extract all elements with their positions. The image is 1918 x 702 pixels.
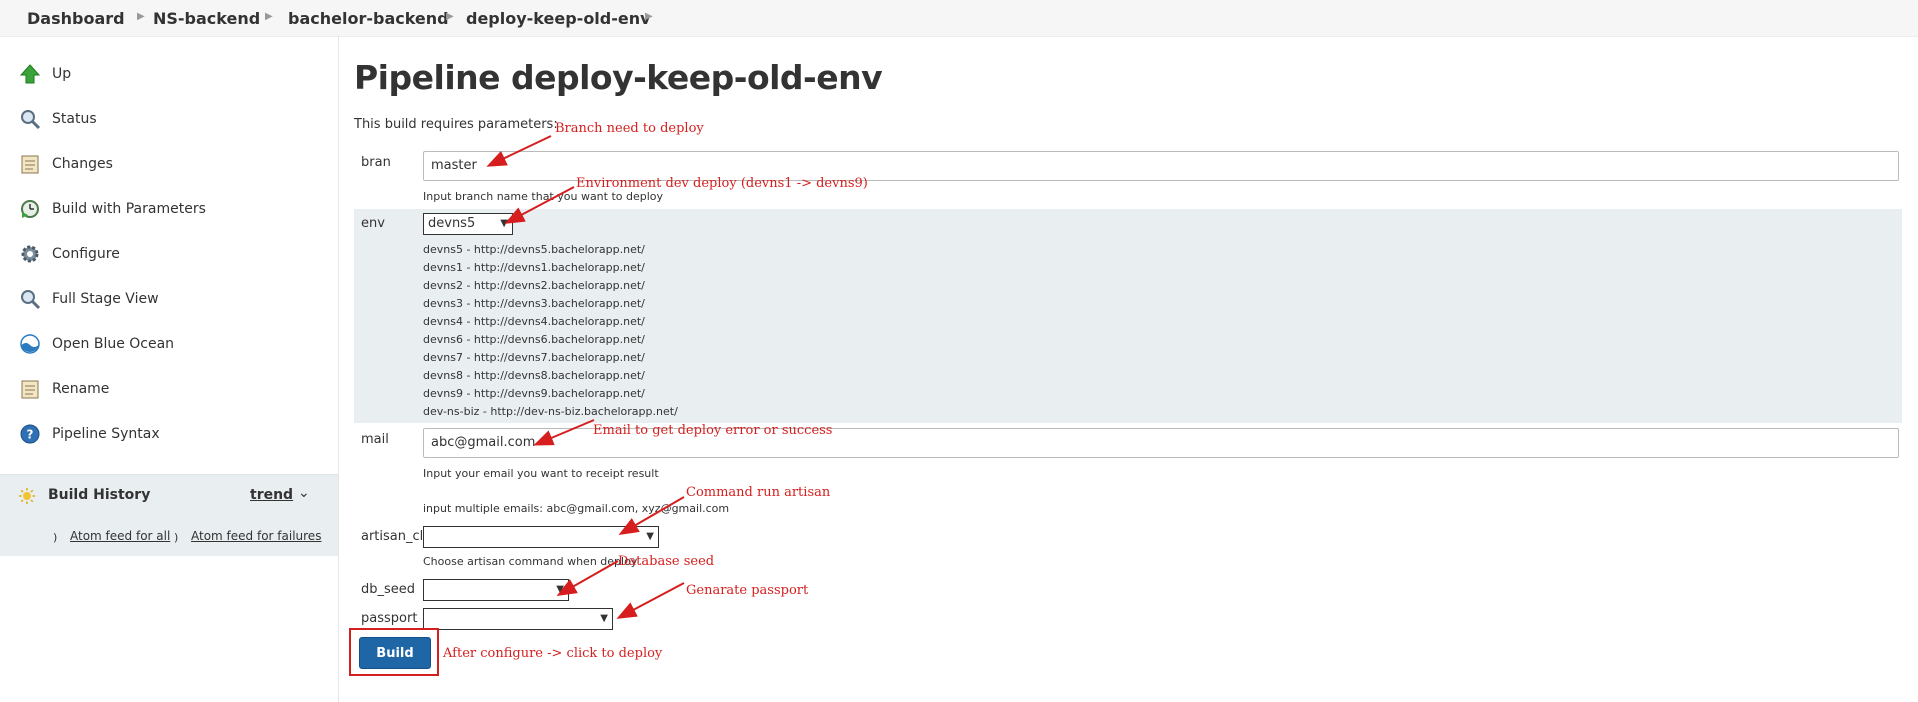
annotation-db-seed: Database seed xyxy=(618,554,715,569)
intro-text: This build requires parameters: xyxy=(354,117,558,132)
env-description-line: devns5 - http://devns5.bachelorapp.net/ xyxy=(423,243,645,256)
env-description-line: devns4 - http://devns4.bachelorapp.net/ xyxy=(423,315,645,328)
env-select[interactable]: devns5 ▼ xyxy=(423,213,513,235)
up-arrow-icon xyxy=(18,62,42,86)
param-label-passport: passport xyxy=(361,611,418,626)
sidebar-item-full-stage-view[interactable]: Full Stage View xyxy=(18,285,159,313)
env-select-value: devns5 xyxy=(428,216,476,231)
sidebar-item-label: Rename xyxy=(52,381,110,397)
breadcrumb: Dashboard ▶ NS-backend ▶ bachelor-backen… xyxy=(0,0,1918,37)
param-label-artisan-cli: artisan_cli xyxy=(361,529,427,544)
page-title: Pipeline deploy-keep-old-env xyxy=(354,58,883,97)
chevron-down-icon: ▼ xyxy=(556,584,564,595)
env-description-line: devns2 - http://devns2.bachelorapp.net/ xyxy=(423,279,645,292)
sidebar-item-up[interactable]: Up xyxy=(18,60,71,88)
sidebar: Up Status Changes Build with Parameters … xyxy=(0,36,339,702)
mail-help-multiple: input multiple emails: abc@gmail.com, xy… xyxy=(423,502,730,515)
breadcrumb-deploy-keep-old-env[interactable]: deploy-keep-old-env xyxy=(466,9,651,28)
sidebar-item-label: Configure xyxy=(52,246,120,262)
breadcrumb-ns-backend[interactable]: NS-backend xyxy=(153,9,260,28)
sidebar-item-label: Pipeline Syntax xyxy=(52,426,160,442)
atom-feed-row: ) Atom feed for all ) Atom feed for fail… xyxy=(0,518,338,556)
artisan-cli-select[interactable]: ▼ xyxy=(423,526,659,548)
build-history-title: Build History xyxy=(48,487,151,503)
param-label-env: env xyxy=(361,216,385,231)
build-history-header: Build History trend ⌄ xyxy=(0,474,338,519)
env-description-line: devns8 - http://devns8.bachelorapp.net/ xyxy=(423,369,645,382)
notepad-icon xyxy=(18,377,42,401)
breadcrumb-separator-icon: ▶ xyxy=(137,11,145,22)
magnifier-icon xyxy=(18,107,42,131)
sidebar-item-label: Up xyxy=(52,66,72,82)
sidebar-item-configure[interactable]: Configure xyxy=(18,240,120,268)
clock-play-icon xyxy=(18,197,42,221)
rss-icon: ) xyxy=(53,531,58,544)
sidebar-item-label: Full Stage View xyxy=(52,291,159,307)
sidebar-item-label: Build with Parameters xyxy=(52,201,206,217)
atom-feed-all-link[interactable]: Atom feed for all xyxy=(70,529,170,543)
sidebar-item-build-with-parameters[interactable]: Build with Parameters xyxy=(18,195,206,223)
notepad-icon xyxy=(18,152,42,176)
mail-help: Input your email you want to receipt res… xyxy=(423,467,659,480)
env-description-line: dev-ns-biz - http://dev-ns-biz.bachelora… xyxy=(423,405,678,418)
magnifier-icon xyxy=(18,287,42,311)
sidebar-item-label: Changes xyxy=(52,156,113,172)
param-label-db-seed: db_seed xyxy=(361,582,416,597)
param-label-bran: bran xyxy=(361,155,391,170)
sidebar-item-changes[interactable]: Changes xyxy=(18,150,113,178)
bran-help: Input branch name that you want to deplo… xyxy=(423,190,664,203)
db-seed-select[interactable]: ▼ xyxy=(423,579,569,601)
sidebar-item-label: Open Blue Ocean xyxy=(52,336,175,352)
svg-text:?: ? xyxy=(27,428,34,442)
annotation-build: After configure -> click to deploy xyxy=(443,646,663,661)
arrow-passport xyxy=(616,582,685,619)
env-description-line: devns9 - http://devns9.bachelorapp.net/ xyxy=(423,387,645,400)
chevron-down-icon: ▼ xyxy=(500,218,508,229)
sidebar-item-rename[interactable]: Rename xyxy=(18,375,109,403)
trend-link[interactable]: trend xyxy=(250,487,293,503)
env-description-line: devns7 - http://devns7.bachelorapp.net/ xyxy=(423,351,645,364)
sidebar-item-pipeline-syntax[interactable]: ? Pipeline Syntax xyxy=(18,420,160,448)
breadcrumb-separator-icon: ▶ xyxy=(265,11,273,22)
chevron-down-icon: ▼ xyxy=(646,531,654,542)
breadcrumb-separator-icon: ▶ xyxy=(446,11,454,22)
chevron-down-icon: ▼ xyxy=(600,613,608,624)
chevron-down-icon[interactable]: ⌄ xyxy=(298,485,310,501)
gear-icon xyxy=(18,242,42,266)
rss-icon: ) xyxy=(174,531,179,544)
sidebar-item-open-blue-ocean[interactable]: Open Blue Ocean xyxy=(18,330,174,358)
atom-feed-failures-link[interactable]: Atom feed for failures xyxy=(191,529,321,543)
passport-select[interactable]: ▼ xyxy=(423,608,613,630)
help-icon: ? xyxy=(18,422,42,446)
breadcrumb-separator-icon: ▶ xyxy=(645,11,653,22)
annotation-passport: Genarate passport xyxy=(686,583,809,598)
annotation-env: Environment dev deploy (devns1 -> devns9… xyxy=(576,176,868,191)
build-button[interactable]: Build xyxy=(359,637,431,669)
blue-ocean-icon xyxy=(18,332,42,356)
param-label-mail: mail xyxy=(361,432,389,447)
sidebar-item-status[interactable]: Status xyxy=(18,105,97,133)
env-description-line: devns6 - http://devns6.bachelorapp.net/ xyxy=(423,333,645,346)
env-description-line: devns1 - http://devns1.bachelorapp.net/ xyxy=(423,261,645,274)
annotation-artisan: Command run artisan xyxy=(686,485,831,500)
sun-icon xyxy=(18,487,36,509)
breadcrumb-dashboard[interactable]: Dashboard xyxy=(27,9,125,28)
annotation-branch: Branch need to deploy xyxy=(555,121,704,136)
breadcrumb-bachelor-backend[interactable]: bachelor-backend xyxy=(288,9,449,28)
annotation-mail: Email to get deploy error or success xyxy=(593,423,833,438)
artisan-cli-help: Choose artisan command when deploy xyxy=(423,555,638,568)
env-description-line: devns3 - http://devns3.bachelorapp.net/ xyxy=(423,297,645,310)
sidebar-item-label: Status xyxy=(52,111,97,127)
